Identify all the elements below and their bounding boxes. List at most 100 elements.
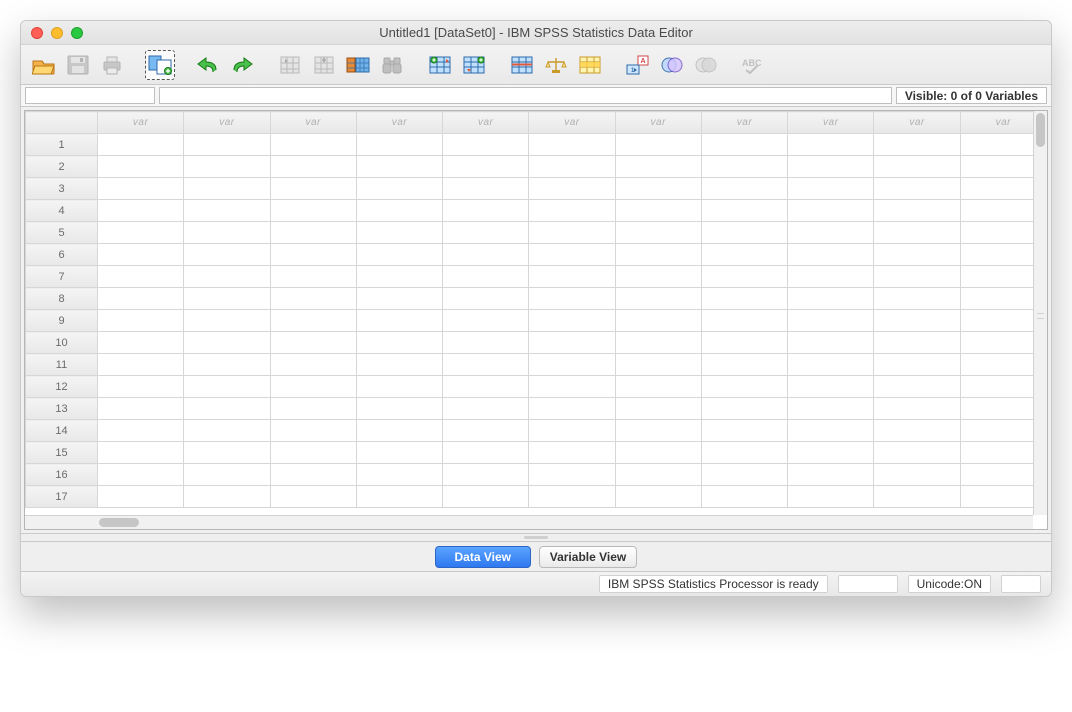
grid-cell[interactable] [98, 156, 184, 178]
column-header[interactable]: var [788, 112, 874, 134]
grid-cell[interactable] [443, 244, 529, 266]
grid-cell[interactable] [270, 486, 356, 508]
row-header[interactable]: 17 [26, 486, 98, 508]
grid-cell[interactable] [98, 486, 184, 508]
cell-value-box[interactable] [159, 87, 892, 104]
grid-cell[interactable] [184, 222, 270, 244]
grid-cell[interactable] [529, 420, 615, 442]
cell-name-box[interactable] [25, 87, 155, 104]
grid-cell[interactable] [615, 178, 701, 200]
row-header[interactable]: 13 [26, 398, 98, 420]
grid-cell[interactable] [701, 156, 787, 178]
grid-cell[interactable] [701, 398, 787, 420]
grid-cell[interactable] [529, 134, 615, 156]
grid-cell[interactable] [788, 200, 874, 222]
grid-cell[interactable] [443, 222, 529, 244]
split-file-button[interactable] [507, 50, 537, 80]
grid-cell[interactable] [529, 244, 615, 266]
grid-cell[interactable] [529, 288, 615, 310]
grid-cell[interactable] [356, 332, 442, 354]
grid-cell[interactable] [788, 464, 874, 486]
grid-cell[interactable] [788, 442, 874, 464]
grid-cell[interactable] [874, 420, 960, 442]
weight-cases-button[interactable] [541, 50, 571, 80]
grid-cell[interactable] [443, 332, 529, 354]
row-header[interactable]: 2 [26, 156, 98, 178]
grid-cell[interactable] [356, 178, 442, 200]
grid-cell[interactable] [270, 420, 356, 442]
grid-cell[interactable] [615, 244, 701, 266]
grid-cell[interactable] [788, 134, 874, 156]
column-header[interactable]: var [874, 112, 960, 134]
grid-cell[interactable] [529, 332, 615, 354]
grid-cell[interactable] [874, 332, 960, 354]
grid-cell[interactable] [270, 354, 356, 376]
spellcheck-button[interactable]: ABC [739, 50, 769, 80]
grid-cell[interactable] [615, 376, 701, 398]
grid-cell[interactable] [98, 354, 184, 376]
goto-case-button[interactable] [275, 50, 305, 80]
grid-cell[interactable] [356, 288, 442, 310]
row-header[interactable]: 11 [26, 354, 98, 376]
grid-cell[interactable] [615, 442, 701, 464]
grid-cell[interactable] [788, 376, 874, 398]
row-header[interactable]: 8 [26, 288, 98, 310]
grid-cell[interactable] [788, 310, 874, 332]
grid-cell[interactable] [270, 156, 356, 178]
grid-cell[interactable] [98, 420, 184, 442]
grid-cell[interactable] [874, 244, 960, 266]
grid-cell[interactable] [356, 222, 442, 244]
grid-cell[interactable] [529, 222, 615, 244]
grid-cell[interactable] [270, 442, 356, 464]
grid-cell[interactable] [701, 178, 787, 200]
grid-cell[interactable] [615, 486, 701, 508]
grid-cell[interactable] [184, 178, 270, 200]
grid-cell[interactable] [270, 178, 356, 200]
grid-cell[interactable] [874, 464, 960, 486]
vertical-scrollbar[interactable] [1033, 111, 1047, 515]
grid-cell[interactable] [98, 376, 184, 398]
row-header[interactable]: 12 [26, 376, 98, 398]
grid-cell[interactable] [529, 376, 615, 398]
grid-cell[interactable] [270, 398, 356, 420]
column-header[interactable]: var [98, 112, 184, 134]
grid-cell[interactable] [356, 134, 442, 156]
grid-cell[interactable] [874, 354, 960, 376]
grid-cell[interactable] [184, 200, 270, 222]
grid-cell[interactable] [701, 310, 787, 332]
grid-cell[interactable] [529, 442, 615, 464]
grid-cell[interactable] [788, 178, 874, 200]
grid-cell[interactable] [788, 266, 874, 288]
grid-cell[interactable] [98, 464, 184, 486]
grid-cell[interactable] [98, 288, 184, 310]
dialog-recall-button[interactable] [145, 50, 175, 80]
grid-cell[interactable] [701, 244, 787, 266]
row-header[interactable]: 10 [26, 332, 98, 354]
grid-cell[interactable] [615, 156, 701, 178]
grid-cell[interactable] [184, 134, 270, 156]
grid-cell[interactable] [529, 156, 615, 178]
grid-cell[interactable] [615, 222, 701, 244]
grid-cell[interactable] [874, 288, 960, 310]
grid-cell[interactable] [356, 244, 442, 266]
grid-cell[interactable] [184, 156, 270, 178]
grid-cell[interactable] [270, 288, 356, 310]
row-header[interactable]: 5 [26, 222, 98, 244]
grid-cell[interactable] [701, 442, 787, 464]
row-header[interactable]: 7 [26, 266, 98, 288]
grid-cell[interactable] [443, 376, 529, 398]
grid-cell[interactable] [443, 420, 529, 442]
grid-cell[interactable] [615, 464, 701, 486]
grid-cell[interactable] [184, 420, 270, 442]
grid-cell[interactable] [356, 398, 442, 420]
grid-cell[interactable] [529, 200, 615, 222]
column-header[interactable]: var [529, 112, 615, 134]
grid-cell[interactable] [443, 266, 529, 288]
grid-cell[interactable] [356, 156, 442, 178]
grid-cell[interactable] [270, 332, 356, 354]
grid-cell[interactable] [270, 244, 356, 266]
grid-cell[interactable] [98, 222, 184, 244]
column-header[interactable]: var [443, 112, 529, 134]
grid-cell[interactable] [356, 310, 442, 332]
grid-corner[interactable] [26, 112, 98, 134]
